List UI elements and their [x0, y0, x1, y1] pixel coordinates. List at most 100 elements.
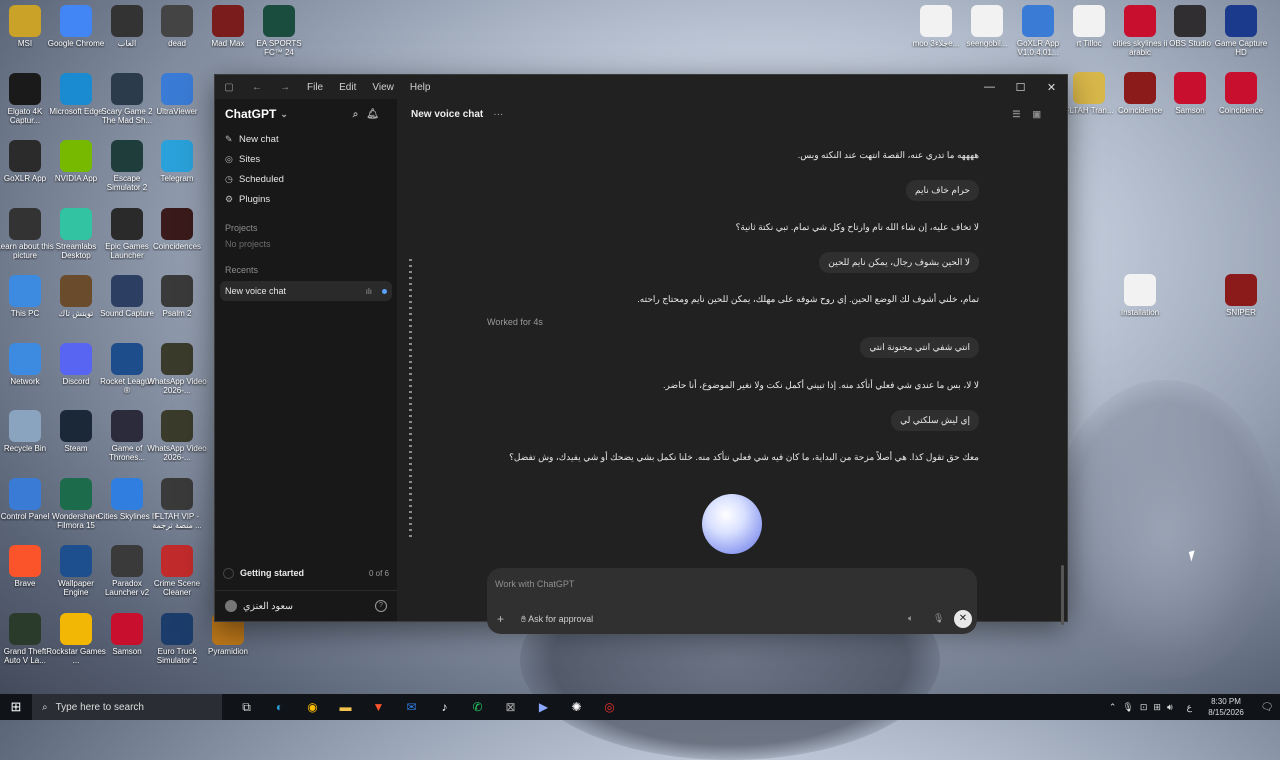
- panel-icon[interactable]: ▣: [1032, 109, 1053, 119]
- sidebar-item-plugins[interactable]: ⚙ Plugins: [215, 189, 397, 209]
- app-icon: [1174, 5, 1206, 37]
- app-icon: [161, 5, 193, 37]
- menu-help[interactable]: Help: [402, 82, 439, 93]
- edge-icon[interactable]: ◐: [263, 700, 296, 715]
- user-profile[interactable]: سعود العنزي ?: [215, 590, 397, 621]
- app-icon: [60, 72, 92, 105]
- sidebar-item-sites[interactable]: ◎ Sites: [215, 149, 397, 169]
- chrome-icon[interactable]: ◉: [296, 700, 329, 715]
- desktop-icon[interactable]: WhatsApp Video 2026-...: [147, 410, 207, 462]
- desktop-icon[interactable]: Game Capture HD: [1211, 5, 1271, 57]
- obs-icon[interactable]: ◎: [593, 700, 626, 715]
- app-icon: [60, 207, 92, 240]
- desktop-icon[interactable]: Crime Scene Cleaner: [147, 545, 207, 597]
- menu-edit[interactable]: Edit: [331, 82, 364, 93]
- assistant-message: تمام، خلني أشوف لك الوضع الحين. إي روح ش…: [637, 294, 979, 304]
- user-message: إي ليش سلكتي لي: [891, 410, 979, 431]
- media-player-icon[interactable]: ▶: [527, 700, 560, 715]
- menu-view[interactable]: View: [364, 82, 402, 93]
- desktop-icon[interactable]: Telegram: [147, 140, 207, 183]
- app-icon: [9, 275, 41, 307]
- system-tray: ⌃🎙︎⊡⊞🔊︎ ع 8:30 PM 8/15/2026 🗨︎: [1109, 696, 1280, 718]
- notification-icon[interactable]: 🗨︎: [1254, 702, 1280, 713]
- app-icon: [161, 275, 193, 307]
- maximize-icon[interactable]: ☐: [1005, 81, 1036, 94]
- clock[interactable]: 8:30 PM 8/15/2026: [1198, 696, 1254, 718]
- search-icon[interactable]: ⌕: [353, 109, 367, 120]
- app-icon: [161, 612, 193, 645]
- desktop-icon[interactable]: Coincidences: [147, 207, 207, 251]
- recent-chat-label: New voice chat: [225, 286, 287, 296]
- task-view-icon[interactable]: ⧉: [230, 700, 263, 715]
- end-voice-button[interactable]: ✕: [954, 610, 972, 628]
- app-icon: [111, 545, 143, 577]
- desktop-icon[interactable]: WhatsApp Video 2026-...: [147, 342, 207, 395]
- mail-icon[interactable]: ✉: [395, 700, 428, 715]
- app-icon: [60, 410, 92, 442]
- brave-icon[interactable]: ▼: [362, 700, 395, 715]
- more-options-icon[interactable]: ···: [493, 109, 503, 120]
- taskbar-search[interactable]: ⌕ Type here to search: [32, 694, 222, 720]
- list-icon[interactable]: ☰: [1012, 109, 1032, 119]
- back-arrow-icon[interactable]: ←: [243, 82, 271, 93]
- whatsapp-icon[interactable]: ✆: [461, 700, 494, 715]
- desktop-icon-label: Pyramidion: [207, 646, 248, 656]
- user-message: حرام خاف نايم: [906, 180, 979, 201]
- desktop-icon[interactable]: FLTAH VIP - منصة ترجمة ...: [147, 477, 207, 530]
- app-icon: [111, 5, 143, 37]
- projects-empty: No projects: [225, 239, 271, 249]
- voice-wave-icon: ılı: [365, 286, 372, 296]
- app-icon: [60, 612, 92, 645]
- menu-file[interactable]: File: [299, 82, 331, 93]
- minimize-icon[interactable]: —: [974, 81, 1005, 94]
- help-icon[interactable]: ?: [375, 600, 387, 612]
- model-title[interactable]: ChatGPT: [225, 107, 276, 121]
- approval-toggle[interactable]: ✋︎ Ask for approval: [521, 614, 593, 625]
- bell-icon[interactable]: 🔔︎: [366, 109, 387, 120]
- hand-icon: ✋︎: [521, 614, 527, 624]
- sidebar-toggle-icon[interactable]: ▢: [215, 82, 243, 93]
- recent-chat-item[interactable]: New voice chat ılı: [220, 281, 392, 301]
- avatar: [225, 600, 237, 612]
- windows-start-icon[interactable]: ⊞: [0, 699, 32, 715]
- app-icon: [161, 207, 193, 240]
- composer-input[interactable]: Work with ChatGPT: [495, 579, 574, 589]
- chatgpt-window: ▢ ← → File Edit View Help — ☐ ✕ ChatGPT …: [214, 74, 1068, 634]
- goxlr-icon[interactable]: ⊠: [494, 700, 527, 715]
- desktop-icon[interactable]: Psalm 2: [147, 275, 207, 318]
- sidebar-item-scheduled[interactable]: ◷ Scheduled: [215, 169, 397, 189]
- voice-orb[interactable]: [702, 494, 762, 554]
- app-icon: [9, 545, 41, 577]
- getting-started[interactable]: Getting started 0 of 6: [223, 565, 389, 581]
- desktop-icon[interactable]: Coincidence: [1211, 72, 1271, 115]
- wallpaper-shape: [1050, 380, 1280, 680]
- tiktok-icon[interactable]: ♪: [428, 700, 461, 715]
- tray-icons[interactable]: ⌃🎙︎⊡⊞🔊︎: [1109, 702, 1179, 713]
- header-right-icons: ☰▣: [1012, 109, 1053, 120]
- desktop-icon[interactable]: SNIPER: [1211, 274, 1271, 317]
- chevron-down-icon[interactable]: ⌄: [280, 109, 288, 120]
- worked-for-label[interactable]: Worked for 4s: [487, 317, 543, 327]
- microphone-icon[interactable]: 🎙︎: [933, 613, 944, 624]
- file-explorer-icon[interactable]: ▬: [329, 700, 362, 715]
- speaker-icon[interactable]: 🔈︎: [908, 613, 913, 624]
- getting-started-count: 0 of 6: [368, 568, 389, 578]
- chatgpt-icon[interactable]: ✺: [560, 700, 593, 715]
- chat-title[interactable]: New voice chat: [411, 109, 483, 120]
- desktop-icon[interactable]: EA SPORTS FC™ 24: [249, 5, 309, 57]
- scrollbar[interactable]: [1061, 565, 1064, 625]
- app-icon: [1174, 72, 1206, 104]
- desktop-icon[interactable]: UltraViewer: [147, 72, 207, 116]
- plus-icon[interactable]: +: [497, 612, 504, 626]
- desktop-icon-label: Coincidence: [1218, 106, 1264, 115]
- forward-arrow-icon[interactable]: →: [271, 82, 299, 93]
- assistant-message: لا تخاف عليه، إن شاء الله نام وارتاح وكل…: [735, 222, 979, 232]
- sidebar-item-new-chat[interactable]: ✎ New chat: [215, 129, 397, 149]
- assistant-message: معك حق تقول كذا. هي أصلاً مزحة من البداي…: [509, 452, 979, 462]
- desktop-icon[interactable]: Installation: [1110, 274, 1170, 317]
- close-icon[interactable]: ✕: [1036, 81, 1067, 94]
- language-indicator[interactable]: ع: [1187, 702, 1192, 713]
- app-icon: [263, 5, 295, 37]
- clock-time: 8:30 PM: [1211, 697, 1241, 706]
- desktop-icon-label: EA SPORTS FC™ 24: [256, 39, 302, 57]
